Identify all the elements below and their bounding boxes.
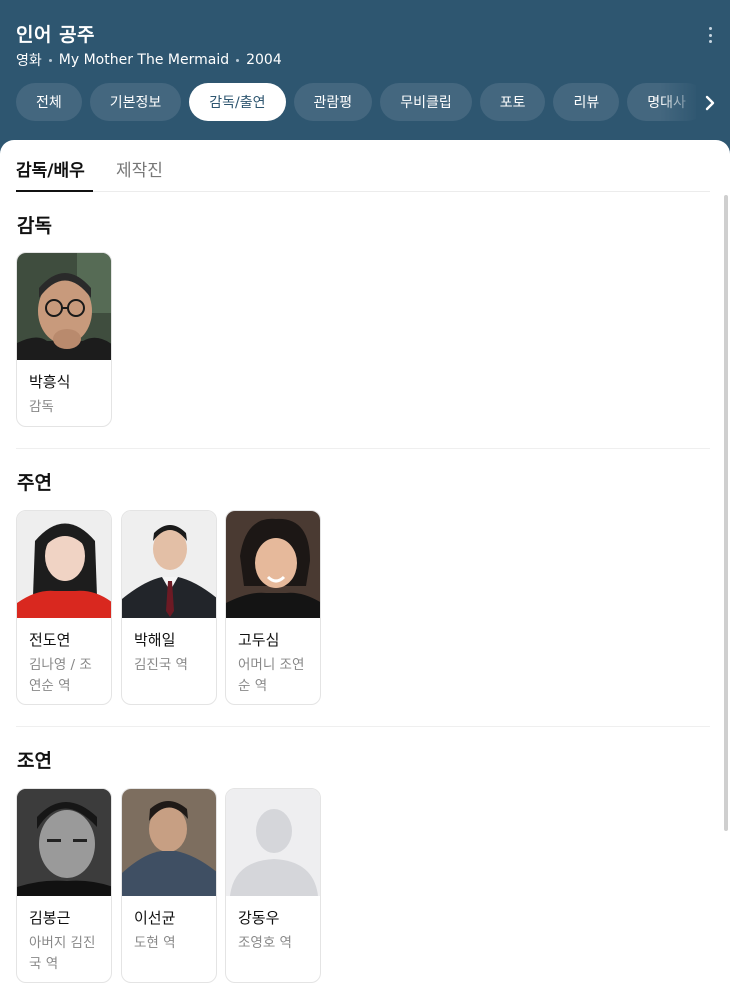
person-photo [122, 511, 216, 618]
subtab-directors-actors[interactable]: 감독/배우 [16, 156, 85, 181]
chip-movie-clips[interactable]: 무비클립 [380, 83, 472, 121]
section-title-director: 감독 [17, 215, 52, 237]
movie-title: 인어 공주 [16, 24, 96, 46]
person-card[interactable]: 박해일 김진국 역 [121, 510, 217, 705]
category-chip-bar: 전체 기본정보 감독/출연 관람평 무비클립 포토 리뷰 명대사 [16, 83, 696, 123]
person-name: 김봉근 [29, 909, 71, 927]
person-role: 아버지 김진국 역 [29, 935, 96, 972]
person-name: 고두심 [238, 631, 280, 649]
person-photo [17, 253, 111, 360]
chip-cast[interactable]: 감독/출연 [189, 83, 286, 121]
chip-basic-info[interactable]: 기본정보 [89, 83, 182, 121]
person-photo [17, 789, 111, 896]
movie-year: 2004 [246, 52, 282, 68]
person-name: 강동우 [238, 909, 280, 927]
chip-reviews[interactable]: 관람평 [293, 83, 373, 121]
person-placeholder-icon [226, 789, 320, 896]
section-divider [16, 448, 710, 449]
chip-all[interactable]: 전체 [16, 83, 82, 121]
person-role: 김진국 역 [134, 657, 188, 673]
separator-dot [48, 58, 52, 62]
person-name: 박해일 [134, 631, 176, 649]
movie-header: 인어 공주 영화 My Mother The Mermaid 2004 전체 기… [0, 0, 730, 160]
movie-subtitle: 영화 My Mother The Mermaid 2004 [16, 50, 282, 70]
movie-original-title: My Mother The Mermaid [58, 52, 230, 68]
person-card[interactable]: 고두심 어머니 조연순 역 [225, 510, 321, 705]
section-divider [16, 726, 710, 727]
chip-review[interactable]: 리뷰 [553, 83, 620, 121]
chip-photos[interactable]: 포토 [479, 83, 546, 121]
person-card[interactable]: 김봉근 아버지 김진국 역 [16, 788, 112, 983]
person-card[interactable]: 이선균 도현 역 [121, 788, 217, 983]
person-role: 조영호 역 [238, 935, 292, 951]
person-role: 김나영 / 조연순 역 [29, 657, 92, 694]
section-title-lead: 주연 [17, 472, 52, 494]
person-photo [226, 511, 320, 618]
chip-bar-fade [660, 83, 700, 123]
person-photo [122, 789, 216, 896]
person-name: 전도연 [29, 631, 71, 649]
section-title-supporting: 조연 [17, 750, 52, 772]
chevron-right-icon[interactable] [700, 92, 720, 114]
separator-dot [236, 58, 240, 62]
more-vertical-icon[interactable] [702, 24, 718, 46]
movie-genre: 영화 [16, 53, 42, 69]
person-role: 어머니 조연순 역 [238, 657, 305, 694]
scrollbar[interactable] [724, 195, 728, 831]
person-photo [17, 511, 111, 618]
person-role: 도현 역 [134, 935, 176, 951]
active-tab-indicator [16, 190, 93, 192]
person-card[interactable]: 전도연 김나영 / 조연순 역 [16, 510, 112, 705]
person-name: 박흥식 [29, 373, 71, 391]
person-name: 이선균 [134, 909, 176, 927]
person-card[interactable]: 강동우 조영호 역 [225, 788, 321, 983]
sub-tab-bar: 감독/배우 제작진 [16, 140, 710, 192]
person-role: 감독 [29, 399, 54, 415]
person-card[interactable]: 박흥식 감독 [16, 252, 112, 427]
subtab-production-staff[interactable]: 제작진 [116, 156, 163, 181]
